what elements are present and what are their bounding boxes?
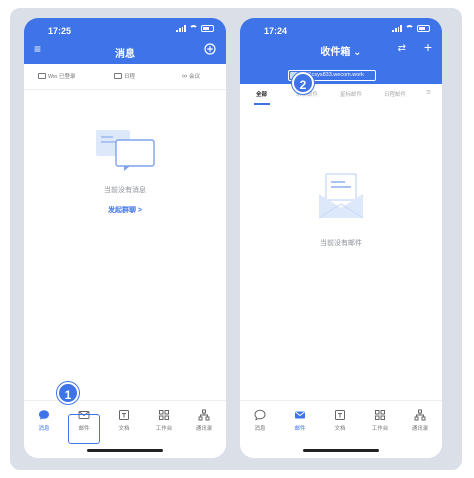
mail-icon (295, 411, 305, 419)
more-icon[interactable]: ☰ (426, 90, 431, 96)
active-filter-underline (254, 103, 270, 105)
schedule-item[interactable]: 日程 (114, 72, 135, 80)
tab-messages[interactable]: 消息 (26, 409, 62, 432)
doc-icon (119, 410, 129, 420)
start-group-chat-link[interactable]: 发起群聊 > (24, 205, 226, 215)
monitor-icon (38, 73, 46, 79)
home-indicator (87, 449, 163, 452)
battery-icon (201, 25, 214, 32)
chat-icon (39, 410, 49, 420)
tab-docs[interactable]: 文档 (106, 409, 142, 432)
inbox-title[interactable]: 收件箱 ⌄ (240, 43, 442, 58)
status-time: 17:24 (264, 26, 288, 36)
battery-icon (417, 25, 430, 32)
win-login-item[interactable]: Win 已登录 (38, 72, 76, 80)
mail-filter-tabs: 全部 未读邮件 星标邮件 日程邮件 ☰ (240, 84, 442, 106)
filter-icon[interactable]: ⇄ (398, 43, 406, 55)
status-icons (176, 25, 214, 32)
mail-tab-highlight (68, 414, 100, 444)
tab-mail[interactable]: 邮件 (282, 409, 318, 432)
filter-calendar[interactable]: 日程邮件 (384, 90, 406, 98)
step-badge-2: 2 (292, 72, 314, 94)
tab-workbench[interactable]: 工作台 (362, 409, 398, 432)
tab-workbench[interactable]: 工作台 (146, 409, 182, 432)
tab-contacts[interactable]: 通讯录 (402, 409, 438, 432)
tab-contacts[interactable]: 通讯录 (186, 409, 222, 432)
meeting-icon: ∞ (182, 72, 187, 80)
meeting-item[interactable]: ∞ 会议 (182, 72, 200, 81)
signal-icon (392, 25, 402, 32)
calendar-icon (114, 73, 122, 79)
wifi-icon (405, 25, 414, 32)
filter-starred[interactable]: 星标邮件 (340, 90, 362, 98)
wifi-icon (189, 25, 198, 32)
right-phone-screen: 17:24 收件箱 ⌄ @csys833.wecom.work ⇄ + 全部 未… (240, 18, 442, 458)
step-badge-1: 1 (57, 382, 79, 404)
status-icons (392, 25, 430, 32)
chat-bubbles-illustration (96, 130, 155, 171)
grid-icon (375, 410, 385, 420)
page-title: 消息 (115, 49, 135, 60)
doc-icon (335, 410, 345, 420)
org-chart-icon (414, 409, 426, 421)
grid-icon (159, 410, 169, 420)
tab-docs[interactable]: 文档 (322, 409, 358, 432)
envelope-illustration (318, 173, 364, 219)
empty-message-text: 当前没有消息 (104, 187, 146, 194)
org-chart-icon (198, 409, 210, 421)
home-indicator (303, 449, 379, 452)
add-circle-icon[interactable] (204, 43, 216, 57)
plus-icon[interactable]: + (424, 40, 432, 54)
quick-toolbar: Win 已登录 日程 ∞ 会议 (24, 64, 226, 90)
left-phone-screen: 17:25 ≡ 消息 Win 已登录 日程 ∞ 会议 当前没有消息 发起群聊 > (24, 18, 226, 458)
empty-mail-text: 当前没有邮件 (320, 240, 362, 247)
tab-messages[interactable]: 消息 (242, 409, 278, 432)
chat-icon (254, 409, 266, 421)
status-time: 17:25 (48, 26, 72, 36)
filter-all[interactable]: 全部 (256, 90, 267, 98)
signal-icon (176, 25, 186, 32)
